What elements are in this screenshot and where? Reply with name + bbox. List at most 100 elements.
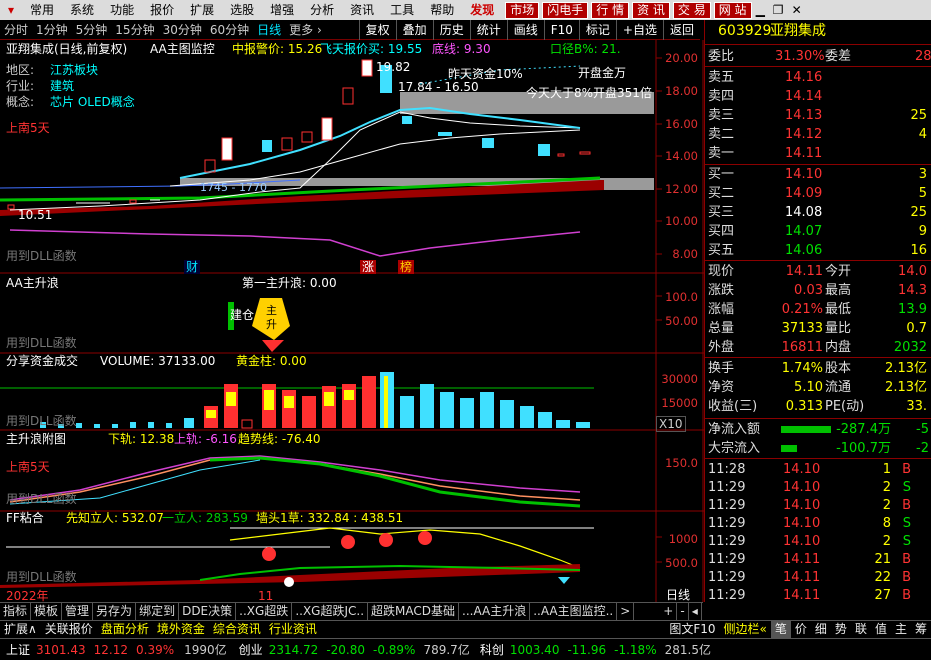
- tool-mark[interactable]: 标记: [578, 19, 616, 40]
- plus-icon[interactable]: +: [660, 603, 678, 620]
- tab-dde[interactable]: DDE决策: [179, 603, 237, 620]
- tab-main[interactable]: 主: [891, 621, 911, 638]
- ask-volume: 25: [910, 108, 927, 123]
- finance-tag[interactable]: 财: [184, 260, 201, 274]
- tab-price[interactable]: 价: [791, 621, 811, 638]
- tab-trades[interactable]: 笔: [770, 621, 791, 638]
- tick-volume: 2: [882, 534, 891, 549]
- trade-button[interactable]: 交 易: [672, 1, 711, 19]
- stat-label: 涨跌: [708, 283, 735, 298]
- period-60min[interactable]: 60分钟: [206, 21, 253, 38]
- tab-xg-oversold-jc[interactable]: ..XG超跌JC..: [292, 603, 369, 620]
- flash-button[interactable]: 闪电手: [542, 1, 589, 19]
- quote-button[interactable]: 行 情: [591, 1, 630, 19]
- menu-item-analysis[interactable]: 分析: [302, 0, 342, 20]
- industry-news-button[interactable]: 行业资讯: [265, 621, 321, 638]
- ask-label: 卖二: [708, 127, 735, 142]
- sh-index-label[interactable]: 上证: [6, 641, 30, 658]
- menu-item-common[interactable]: 常用: [22, 0, 62, 20]
- period-timeshare[interactable]: 分时: [0, 21, 32, 38]
- p3-title[interactable]: 分享资金成交: [6, 354, 78, 368]
- scroll-left-icon[interactable]: ◂: [689, 603, 702, 620]
- site-button[interactable]: 网 站: [713, 1, 752, 19]
- related-quote-button[interactable]: 关联报价: [41, 621, 97, 638]
- bid-label: 买一: [708, 167, 735, 182]
- stat-value: 5.10: [794, 380, 823, 395]
- tool-back[interactable]: 返回: [662, 19, 700, 40]
- market-button[interactable]: 市场: [505, 1, 540, 19]
- menu-item-info[interactable]: 资讯: [342, 0, 382, 20]
- tab-indicator[interactable]: 指标: [0, 603, 32, 620]
- minus-icon[interactable]: -: [677, 603, 689, 620]
- cy-index-label[interactable]: 创业: [239, 641, 263, 658]
- restore-icon[interactable]: ❐: [769, 3, 788, 17]
- rank-tag[interactable]: 榜: [398, 260, 415, 274]
- period-more[interactable]: 更多 ›: [285, 21, 326, 38]
- tab-save-as[interactable]: 另存为: [93, 603, 137, 620]
- stat-value: 14.3: [898, 283, 927, 298]
- general-news-button[interactable]: 综合资讯: [209, 621, 265, 638]
- menu-item-discover[interactable]: 发现: [462, 0, 502, 20]
- f10-button[interactable]: 图文F10: [665, 621, 719, 638]
- tool-history[interactable]: 历史: [432, 19, 470, 40]
- tab-trend[interactable]: 势: [831, 621, 851, 638]
- tick-time: 11:29: [708, 516, 746, 531]
- tab-macd[interactable]: 超跌MACD基础: [368, 603, 459, 620]
- menu-item-extend[interactable]: 扩展: [182, 0, 222, 20]
- stat-label: 今开: [825, 264, 852, 279]
- kc-index-pct: -1.18%: [614, 642, 657, 657]
- order-ratio-label: 委比: [708, 49, 735, 64]
- axis-label: 50.00: [665, 314, 698, 328]
- rise-tag[interactable]: 涨: [360, 260, 377, 274]
- period-5min[interactable]: 5分钟: [72, 21, 112, 38]
- sh-index-change: 12.12: [93, 642, 128, 657]
- period-30min[interactable]: 30分钟: [159, 21, 206, 38]
- menu-item-pick[interactable]: 选股: [222, 0, 262, 20]
- p5-title[interactable]: FF粘合: [6, 511, 44, 525]
- menu-item-tools[interactable]: 工具: [382, 0, 422, 20]
- kc-index-label[interactable]: 科创: [480, 641, 504, 658]
- menu-logo-icon: ▾: [8, 3, 15, 17]
- menu-item-system[interactable]: 系统: [62, 0, 102, 20]
- period-1min[interactable]: 1分钟: [32, 21, 72, 38]
- tab-bind[interactable]: 绑定到: [136, 603, 180, 620]
- tool-restore-right[interactable]: 复权: [358, 19, 396, 40]
- extend-button[interactable]: 扩展∧: [0, 621, 41, 638]
- news-button[interactable]: 资 讯: [632, 1, 670, 19]
- main-indicator-label[interactable]: AA主图监控: [150, 42, 215, 56]
- menu-item-function[interactable]: 功能: [102, 0, 142, 20]
- tab-value[interactable]: 值: [871, 621, 891, 638]
- tab-aa-monitor[interactable]: ..AA主图监控..: [530, 603, 618, 620]
- tool-f10[interactable]: F10: [543, 19, 579, 40]
- tab-link[interactable]: 联: [851, 621, 871, 638]
- tab-template[interactable]: 模板: [31, 603, 63, 620]
- tool-overlay[interactable]: 叠加: [395, 19, 433, 40]
- tool-add-watch[interactable]: +自选: [615, 19, 663, 40]
- tab-aa-wave[interactable]: ...AA主升浪: [459, 603, 531, 620]
- period-15min[interactable]: 15分钟: [111, 21, 158, 38]
- tool-draw[interactable]: 画线: [506, 19, 544, 40]
- close-icon[interactable]: ✕: [788, 3, 806, 17]
- tab-manage[interactable]: 管理: [62, 603, 94, 620]
- tick-time: 11:29: [708, 588, 746, 603]
- bid-row: 买一 14.10 3: [705, 165, 931, 184]
- tab-xg-oversold[interactable]: ..XG超跌: [236, 603, 293, 620]
- tab-next-icon[interactable]: >: [617, 603, 635, 620]
- order-ratio-row: 委比 31.30% 委差 28: [705, 47, 931, 66]
- tick-row: 11:29 14.10 2 S: [705, 533, 931, 551]
- menu-item-enhance[interactable]: 增强: [262, 0, 302, 20]
- menu-item-help[interactable]: 帮助: [422, 0, 462, 20]
- menu-item-quote[interactable]: 报价: [142, 0, 182, 20]
- tab-chips[interactable]: 筹: [911, 621, 931, 638]
- tab-detail[interactable]: 细: [811, 621, 831, 638]
- market-analysis-button[interactable]: 盘面分析: [97, 621, 153, 638]
- p4-title[interactable]: 主升浪附图: [6, 432, 66, 446]
- bid-row: 买五 14.06 16: [705, 241, 931, 260]
- period-daily[interactable]: 日线: [253, 21, 285, 38]
- tool-stats[interactable]: 统计: [469, 19, 507, 40]
- indicator-tabs: 指标 模板 管理 另存为 绑定到 DDE决策 ..XG超跌 ..XG超跌JC..…: [0, 602, 703, 620]
- p2-title[interactable]: AA主升浪: [6, 276, 59, 290]
- foreign-capital-button[interactable]: 境外资金: [153, 621, 209, 638]
- minimize-icon[interactable]: ▁: [752, 3, 769, 17]
- sidebar-toggle[interactable]: 侧边栏«: [720, 621, 771, 638]
